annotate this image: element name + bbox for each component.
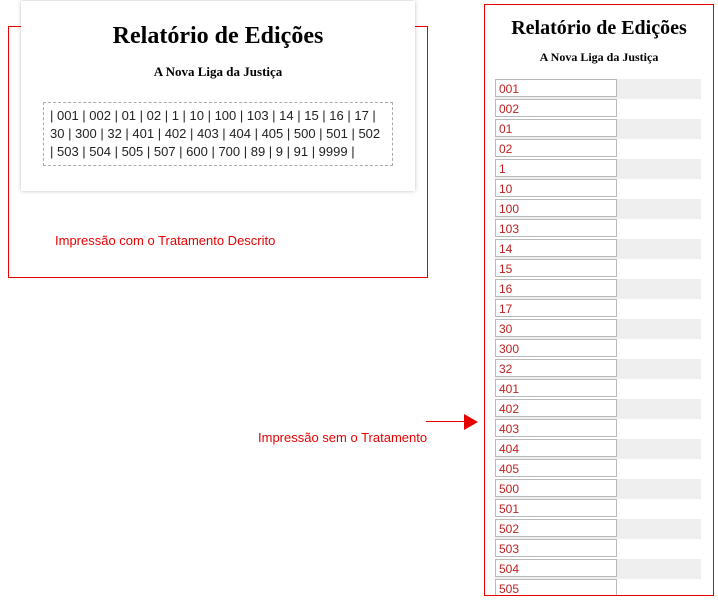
table-row: 02: [495, 139, 713, 159]
edition-cell: 1: [495, 159, 617, 177]
table-row: 500: [495, 479, 701, 499]
edition-cell: 402: [495, 399, 617, 417]
table-row: 401: [495, 379, 713, 399]
table-row: 1: [495, 159, 701, 179]
edition-cell: 501: [495, 499, 617, 517]
right-report-page: Relatório de Edições A Nova Liga da Just…: [485, 5, 713, 595]
table-row: 405: [495, 459, 713, 479]
table-row: 100: [495, 199, 701, 219]
left-report-page: Relatório de Edições A Nova Liga da Just…: [21, 1, 415, 191]
edition-cell: 404: [495, 439, 617, 457]
table-row: 402: [495, 399, 701, 419]
edition-cell: 405: [495, 459, 617, 477]
edition-cell: 503: [495, 539, 617, 557]
table-row: 403: [495, 419, 713, 439]
edition-cell: 14: [495, 239, 617, 257]
table-row: 01: [495, 119, 701, 139]
table-row: 15: [495, 259, 713, 279]
edition-cell: 16: [495, 279, 617, 297]
edition-cell: 500: [495, 479, 617, 497]
table-row: 32: [495, 359, 701, 379]
table-row: 30: [495, 319, 701, 339]
table-row: 505: [495, 579, 713, 595]
left-panel-frame: Relatório de Edições A Nova Liga da Just…: [8, 26, 428, 278]
edition-cell: 403: [495, 419, 617, 437]
table-row: 504: [495, 559, 701, 579]
edition-cell: 002: [495, 99, 617, 117]
table-row: 002: [495, 99, 713, 119]
edition-cell: 15: [495, 259, 617, 277]
right-report-rows: 001 002 01 02 1 10 100 103 14 15 16 17 30 300 32 401 402…: [495, 79, 713, 595]
edition-cell: 300: [495, 339, 617, 357]
table-row: 16: [495, 279, 701, 299]
edition-cell: 30: [495, 319, 617, 337]
edition-cell: 401: [495, 379, 617, 397]
table-row: 001: [495, 79, 701, 99]
right-panel-frame: Relatório de Edições A Nova Liga da Just…: [484, 4, 714, 596]
table-row: 300: [495, 339, 713, 359]
table-row: 14: [495, 239, 701, 259]
table-row: 17: [495, 299, 713, 319]
edition-cell: 103: [495, 219, 617, 237]
edition-cell: 10: [495, 179, 617, 197]
edition-cell: 100: [495, 199, 617, 217]
edition-cell: 505: [495, 579, 617, 595]
right-report-title: Relatório de Edições: [485, 17, 713, 40]
table-row: 503: [495, 539, 713, 559]
edition-cell: 17: [495, 299, 617, 317]
table-row: 501: [495, 499, 713, 519]
left-report-subtitle: A Nova Liga da Justiça: [21, 64, 415, 80]
edition-cell: 32: [495, 359, 617, 377]
right-report-subtitle: A Nova Liga da Justiça: [485, 50, 713, 65]
table-row: 502: [495, 519, 701, 539]
table-row: 103: [495, 219, 713, 239]
inline-editions-list: | 001 | 002 | 01 | 02 | 1 | 10 | 100 | 1…: [43, 102, 393, 166]
table-row: 404: [495, 439, 701, 459]
edition-cell: 001: [495, 79, 617, 97]
middle-caption: Impressão sem o Tratamento: [258, 430, 427, 445]
table-row: 10: [495, 179, 713, 199]
left-caption: Impressão com o Tratamento Descrito: [55, 233, 275, 248]
edition-cell: 504: [495, 559, 617, 577]
arrow-icon: [426, 408, 482, 436]
edition-cell: 01: [495, 119, 617, 137]
left-report-title: Relatório de Edições: [21, 23, 415, 50]
edition-cell: 502: [495, 519, 617, 537]
edition-cell: 02: [495, 139, 617, 157]
